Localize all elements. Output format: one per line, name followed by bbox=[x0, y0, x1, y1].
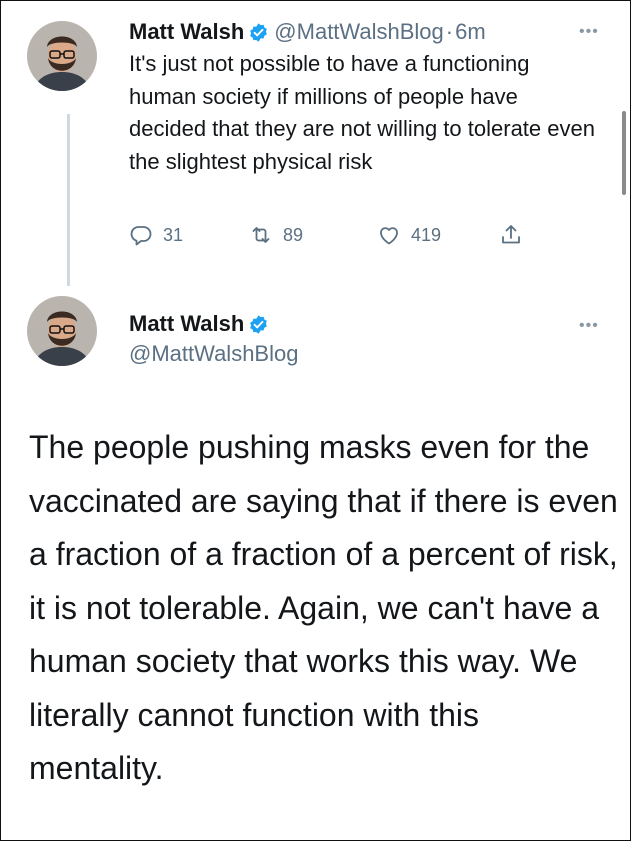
tweet-timestamp[interactable]: 6m bbox=[455, 19, 486, 45]
retweet-count: 89 bbox=[283, 224, 304, 245]
thread-connector-line bbox=[67, 114, 70, 286]
tweet-header: Matt Walsh bbox=[129, 311, 269, 337]
verified-badge-icon bbox=[250, 22, 268, 42]
like-button[interactable]: 419 bbox=[377, 223, 441, 247]
reply-button[interactable]: 31 bbox=[129, 223, 183, 247]
tweet-text: It's just not possible to have a functio… bbox=[129, 51, 595, 174]
retweet-button[interactable]: 89 bbox=[249, 223, 303, 247]
more-icon[interactable]: ••• bbox=[579, 317, 599, 335]
retweet-icon bbox=[252, 227, 270, 243]
author-handle[interactable]: @MattWalshBlog bbox=[129, 341, 298, 367]
tweet-text: The people pushing masks even for the va… bbox=[29, 429, 618, 786]
like-icon bbox=[380, 227, 398, 245]
reply-icon bbox=[130, 226, 152, 246]
tweet-thread: Matt Walsh @MattWalshBlog · 6m ••• It's … bbox=[0, 0, 631, 841]
more-icon[interactable]: ••• bbox=[579, 23, 599, 41]
share-button[interactable] bbox=[499, 223, 523, 247]
verified-badge-icon bbox=[250, 314, 268, 334]
like-count: 419 bbox=[411, 224, 442, 245]
author-name[interactable]: Matt Walsh bbox=[129, 311, 244, 337]
scrollbar[interactable] bbox=[622, 111, 626, 195]
tweet-header: Matt Walsh @MattWalshBlog · 6m bbox=[129, 19, 486, 45]
avatar[interactable] bbox=[27, 296, 97, 366]
avatar[interactable] bbox=[27, 21, 97, 91]
author-name[interactable]: Matt Walsh bbox=[129, 19, 244, 45]
reply-count: 31 bbox=[163, 224, 184, 245]
share-icon bbox=[502, 225, 520, 244]
author-handle[interactable]: @MattWalshBlog bbox=[274, 19, 443, 45]
separator-dot: · bbox=[445, 19, 454, 44]
